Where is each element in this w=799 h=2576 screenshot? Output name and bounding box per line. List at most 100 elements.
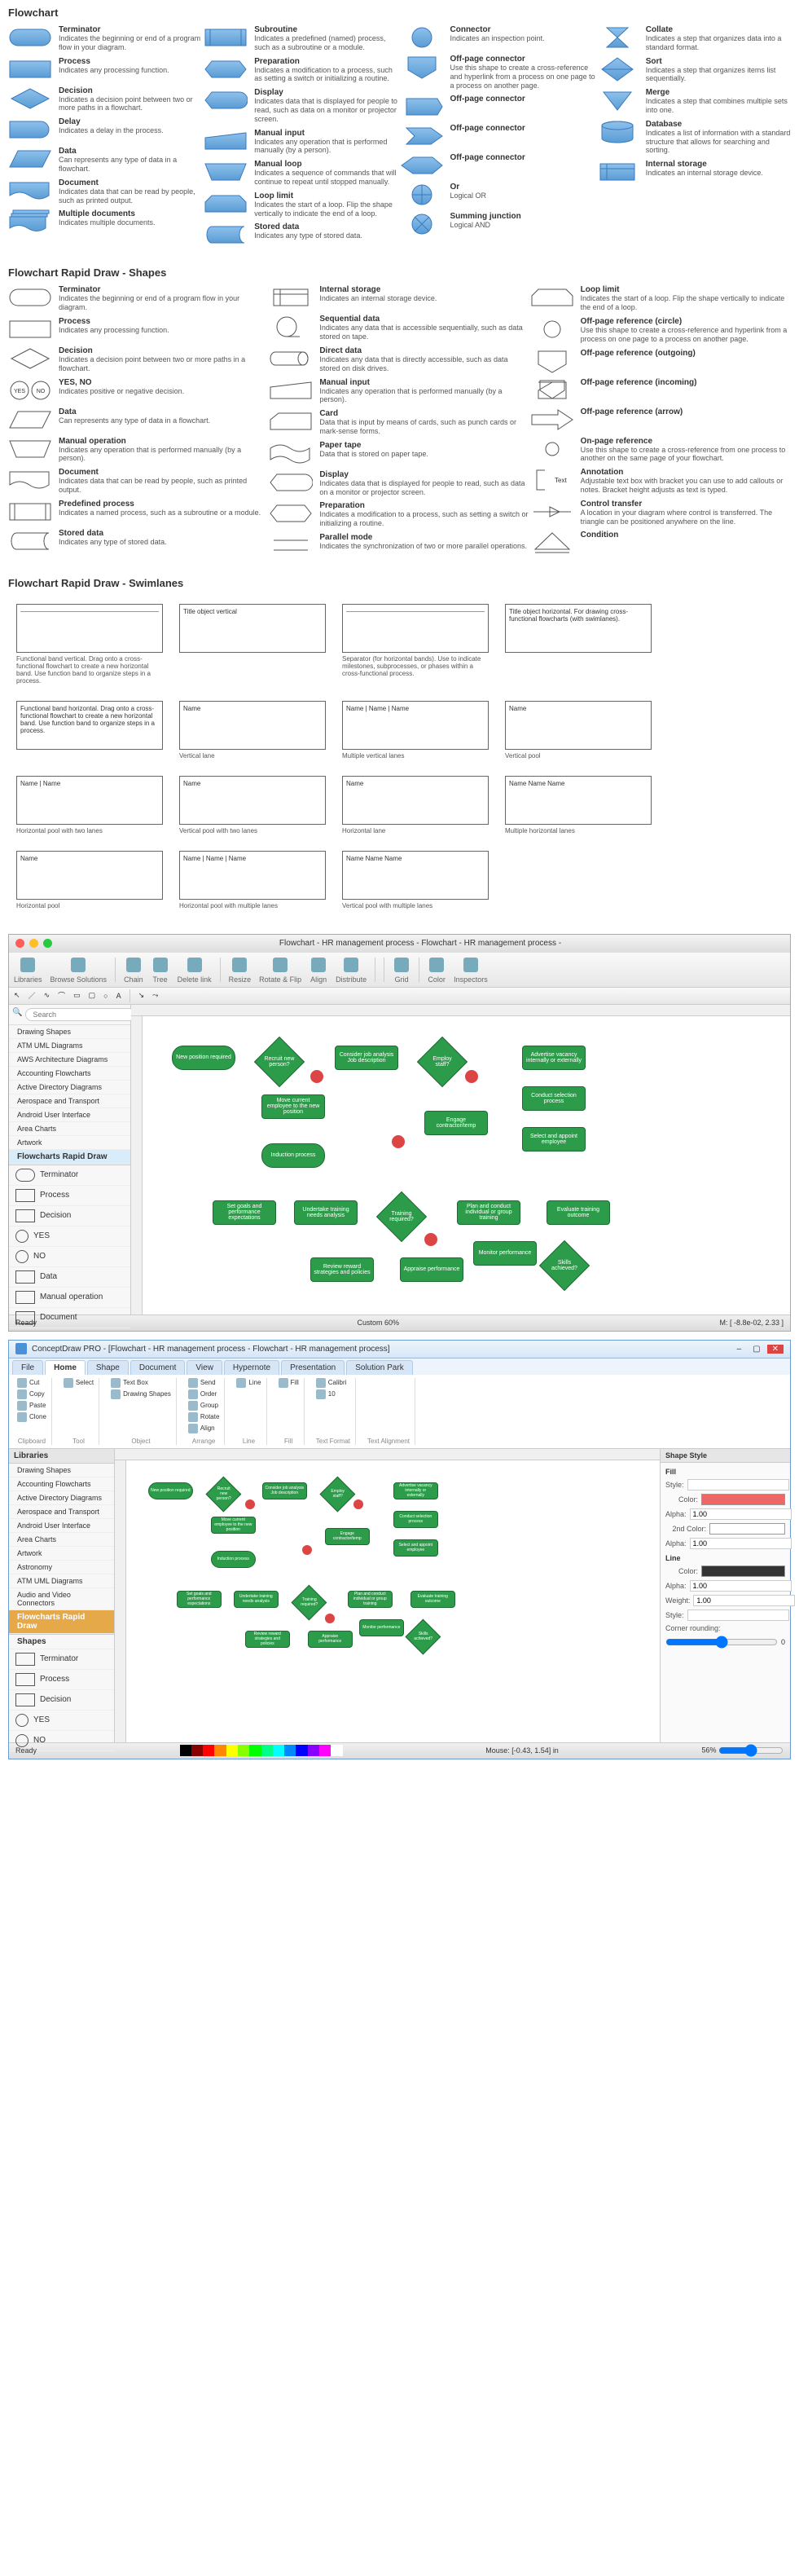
search-input[interactable]	[25, 1008, 135, 1021]
flow-node[interactable]: Evaluate training outcome	[547, 1200, 610, 1225]
curve-tool-icon[interactable]: ∿	[44, 991, 50, 1000]
win-canvas[interactable]: New position required Recruit new person?…	[115, 1449, 660, 1742]
shape-palette-item[interactable]: Data	[9, 1267, 130, 1288]
flow-node[interactable]: New position required	[172, 1046, 235, 1070]
shape-palette-item[interactable]: Decision	[9, 1690, 114, 1711]
shape-palette-item[interactable]: NO	[9, 1247, 130, 1267]
sidebar-item[interactable]: Astronomy	[9, 1561, 114, 1574]
ribbon-button[interactable]: Group	[188, 1401, 220, 1411]
flow-node[interactable]: Employ staff?	[417, 1037, 468, 1087]
sidebar-item[interactable]: Active Directory Diagrams	[9, 1491, 114, 1505]
flow-node[interactable]: Set goals and performance expectations	[177, 1591, 222, 1608]
decision-no-dot[interactable]	[353, 1499, 363, 1509]
sidebar-item[interactable]: Aerospace and Transport	[9, 1505, 114, 1519]
shape-palette-item[interactable]: Terminator	[9, 1165, 130, 1186]
flow-node[interactable]: Engage contractor/temp	[424, 1111, 488, 1135]
sidebar-item[interactable]: Aerospace and Transport	[9, 1094, 130, 1108]
ribbon-button[interactable]: Text Box	[111, 1378, 171, 1388]
flow-node[interactable]: Evaluate training outcome	[410, 1591, 455, 1608]
line-alpha-input[interactable]	[690, 1580, 792, 1592]
flow-node[interactable]: Conduct selection process	[393, 1511, 438, 1528]
flow-node[interactable]: Monitor performance	[473, 1241, 537, 1266]
flow-node[interactable]: Employ staff?	[320, 1476, 356, 1512]
flow-node[interactable]: Training required?	[376, 1191, 427, 1242]
flow-node[interactable]: Appraise performance	[400, 1257, 463, 1282]
ribbon-button[interactable]: Copy	[17, 1389, 46, 1399]
toolbar-distribute[interactable]: Distribute	[336, 956, 367, 984]
flow-node[interactable]: Recruit new person?	[254, 1037, 305, 1087]
line-color-swatch[interactable]	[701, 1565, 785, 1577]
fill-alpha-input[interactable]	[690, 1508, 792, 1520]
flow-node[interactable]: Monitor performance	[359, 1619, 404, 1636]
corner-rounding-slider[interactable]	[665, 1636, 778, 1649]
color-palette[interactable]	[180, 1745, 343, 1756]
toolbar-inspectors[interactable]: Inspectors	[454, 956, 488, 984]
flow-node[interactable]: Review reward strategies and policies	[310, 1257, 374, 1282]
ribbon-tab-home[interactable]: Home	[45, 1360, 86, 1375]
flow-node[interactable]: Consider job analysis Job description	[335, 1046, 398, 1070]
flow-node[interactable]: Induction process	[211, 1551, 256, 1568]
ribbon-button[interactable]: Select	[64, 1378, 94, 1388]
ribbon-button[interactable]: Send	[188, 1378, 220, 1388]
arc-tool-icon[interactable]: ⌒	[58, 990, 65, 1001]
minimize-icon[interactable]	[29, 939, 38, 948]
zoom-icon[interactable]	[43, 939, 52, 948]
flow-node[interactable]: Advertise vacancy internally or external…	[393, 1482, 438, 1499]
ribbon-button[interactable]: Clone	[17, 1412, 46, 1422]
ribbon-button[interactable]: 10	[316, 1389, 350, 1399]
ribbon-tab-file[interactable]: File	[12, 1360, 43, 1375]
ribbon-button[interactable]: Order	[188, 1389, 220, 1399]
toolbar-tree[interactable]: Tree	[151, 956, 169, 984]
sidebar-item[interactable]: ATM UML Diagrams	[9, 1039, 130, 1053]
flow-node[interactable]: Select and appoint employee	[393, 1539, 438, 1557]
ribbon-tab-view[interactable]: View	[187, 1360, 222, 1375]
sidebar-item[interactable]: Artwork	[9, 1136, 130, 1150]
flow-node[interactable]: Skills achieved?	[406, 1618, 441, 1654]
flow-node[interactable]: Engage contractor/temp	[325, 1528, 370, 1545]
flow-node[interactable]: Recruit new person?	[206, 1476, 242, 1512]
shape-palette-item[interactable]: Process	[9, 1670, 114, 1690]
sidebar-item[interactable]: Accounting Flowcharts	[9, 1067, 130, 1081]
flow-node[interactable]: Skills achieved?	[539, 1240, 590, 1291]
decision-no-dot[interactable]	[245, 1499, 255, 1509]
sidebar-item[interactable]: Area Charts	[9, 1533, 114, 1547]
zoom-slider[interactable]	[718, 1744, 784, 1757]
zoom-level[interactable]: 56%	[701, 1746, 716, 1755]
zoom-level[interactable]: Custom 60%	[357, 1319, 399, 1327]
shape-palette-item[interactable]: YES	[9, 1226, 130, 1247]
flow-node[interactable]: Set goals and performance expectations	[213, 1200, 276, 1225]
ribbon-tab-solution-park[interactable]: Solution Park	[346, 1360, 412, 1375]
ribbon-button[interactable]: Cut	[17, 1378, 46, 1388]
toolbar-color[interactable]: Color	[428, 956, 446, 984]
flow-node[interactable]: Training required?	[292, 1584, 327, 1620]
toolbar-browse-solutions[interactable]: Browse Solutions	[50, 956, 108, 984]
decision-no-dot[interactable]	[310, 1070, 323, 1083]
decision-no-dot[interactable]	[302, 1545, 312, 1555]
sidebar-item[interactable]: Drawing Shapes	[9, 1464, 114, 1477]
shape-palette-item[interactable]: Process	[9, 1186, 130, 1206]
line-weight-input[interactable]	[693, 1595, 795, 1606]
flow-node[interactable]: New position required	[148, 1482, 193, 1499]
flow-node[interactable]: Plan and conduct individual or group tra…	[348, 1591, 393, 1608]
ribbon-button[interactable]: Paste	[17, 1401, 46, 1411]
fill-alpha2-input[interactable]	[690, 1538, 792, 1549]
sidebar-item[interactable]: ATM UML Diagrams	[9, 1574, 114, 1588]
toolbar-delete-link[interactable]: Delete link	[178, 956, 212, 984]
mac-canvas[interactable]: New position required Recruit new person?…	[131, 1005, 790, 1314]
ribbon-tab-presentation[interactable]: Presentation	[281, 1360, 345, 1375]
toolbar-align[interactable]: Align	[310, 956, 327, 984]
sidebar-item[interactable]: Drawing Shapes	[9, 1025, 130, 1039]
flow-node[interactable]: Plan and conduct individual or group tra…	[457, 1200, 520, 1225]
decision-no-dot[interactable]	[392, 1135, 405, 1148]
decision-no-dot[interactable]	[325, 1614, 335, 1623]
flow-node[interactable]: Consider job analysis Job description	[262, 1482, 307, 1499]
flow-node[interactable]: Move current employee to the new positio…	[261, 1094, 325, 1119]
toolbar-rotate-&-flip[interactable]: Rotate & Flip	[259, 956, 301, 984]
pointer-tool-icon[interactable]: ↖	[14, 991, 20, 1000]
toolbar-libraries[interactable]: Libraries	[14, 956, 42, 984]
sidebar-item[interactable]: Android User Interface	[9, 1519, 114, 1533]
flow-node[interactable]: Select and appoint employee	[522, 1127, 586, 1151]
text-tool-icon[interactable]: A	[116, 992, 121, 1000]
rect-tool-icon[interactable]: ▭	[73, 991, 81, 1000]
decision-no-dot[interactable]	[424, 1233, 437, 1246]
